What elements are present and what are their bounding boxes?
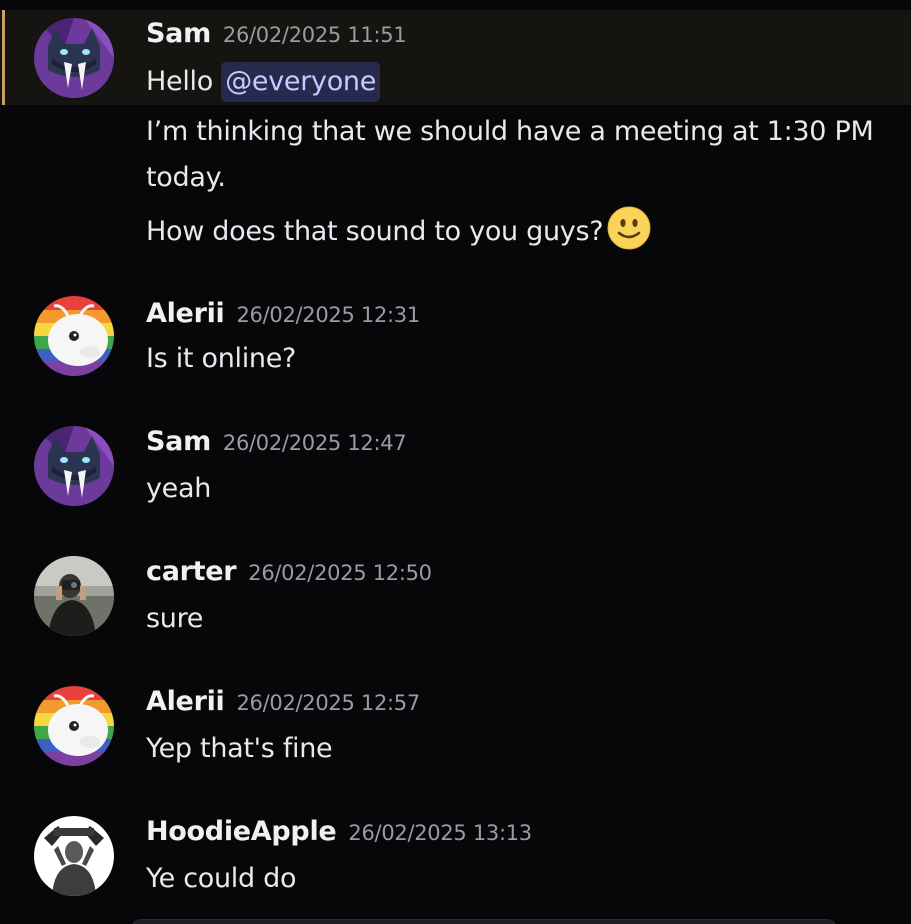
author-name[interactable]: Sam xyxy=(146,18,211,49)
message-header: Alerii 26/02/2025 12:57 xyxy=(146,686,420,717)
message-header: carter 26/02/2025 12:50 xyxy=(146,556,432,587)
purple-bat-creature-avatar-icon xyxy=(34,18,114,98)
message-content: Hello @everyone xyxy=(146,59,381,104)
rainbow-white-creature-avatar-icon xyxy=(34,686,114,766)
message-content: Is it online? xyxy=(146,336,296,381)
photo-figure-black-white-avatar-icon xyxy=(34,816,114,896)
rainbow-white-creature-avatar-icon xyxy=(34,296,114,376)
message-text: I’m thinking that we should have a meeti… xyxy=(146,116,874,147)
message-text: Yep that's fine xyxy=(146,733,333,764)
author-name[interactable]: HoodieApple xyxy=(146,816,337,847)
slightly-smiling-face-icon[interactable] xyxy=(607,206,651,250)
message-content: Ye could do xyxy=(146,856,296,901)
message-group[interactable]: HoodieApple 26/02/2025 13:13 Ye could do xyxy=(0,810,911,905)
message-group[interactable]: Alerii 26/02/2025 12:57 Yep that's fine xyxy=(0,680,911,775)
message-group[interactable]: Alerii 26/02/2025 12:31 Is it online? xyxy=(0,290,911,385)
message-composer[interactable] xyxy=(130,919,838,924)
avatar[interactable] xyxy=(34,296,114,376)
message-content: today. xyxy=(146,155,226,200)
message-timestamp[interactable]: 26/02/2025 12:31 xyxy=(237,303,421,327)
message-content: yeah xyxy=(146,466,211,511)
message-text: yeah xyxy=(146,473,212,504)
message-text: Ye could do xyxy=(146,863,297,894)
message-content: How does that sound to you guys? xyxy=(146,206,651,254)
message-text: How does that sound to you guys? xyxy=(146,216,604,247)
purple-bat-creature-avatar-icon xyxy=(34,426,114,506)
message-text: Hello xyxy=(146,66,222,97)
message-text: today. xyxy=(146,162,226,193)
chat-message-list: Sam 26/02/2025 11:51 Hello @everyone I’m … xyxy=(0,0,911,924)
avatar[interactable] xyxy=(34,18,114,98)
message-text: sure xyxy=(146,603,204,634)
message-header: Alerii 26/02/2025 12:31 xyxy=(146,298,420,329)
avatar[interactable] xyxy=(34,686,114,766)
photo-person-camera-avatar-icon xyxy=(34,556,114,636)
message-timestamp[interactable]: 26/02/2025 12:57 xyxy=(237,691,421,715)
message-text: Is it online? xyxy=(146,343,297,374)
author-name[interactable]: Sam xyxy=(146,426,211,457)
message-content: Yep that's fine xyxy=(146,726,333,771)
avatar[interactable] xyxy=(34,426,114,506)
message-group[interactable]: Sam 26/02/2025 11:51 Hello @everyone xyxy=(0,10,911,105)
message-timestamp[interactable]: 26/02/2025 12:50 xyxy=(248,561,432,585)
mention-everyone[interactable]: @everyone xyxy=(221,62,381,102)
message-header: HoodieApple 26/02/2025 13:13 xyxy=(146,816,532,847)
author-name[interactable]: carter xyxy=(146,556,237,587)
message-timestamp[interactable]: 26/02/2025 12:47 xyxy=(223,431,407,455)
message-content: sure xyxy=(146,596,203,641)
author-name[interactable]: Alerii xyxy=(146,298,225,329)
message-header: Sam 26/02/2025 12:47 xyxy=(146,426,407,457)
author-name[interactable]: Alerii xyxy=(146,686,225,717)
message-timestamp[interactable]: 26/02/2025 13:13 xyxy=(348,821,532,845)
message-group[interactable]: Sam 26/02/2025 12:47 yeah xyxy=(0,420,911,515)
avatar[interactable] xyxy=(34,816,114,896)
avatar[interactable] xyxy=(34,556,114,636)
message-group[interactable]: carter 26/02/2025 12:50 sure xyxy=(0,550,911,645)
message-content: I’m thinking that we should have a meeti… xyxy=(146,109,874,154)
message-timestamp[interactable]: 26/02/2025 11:51 xyxy=(223,23,407,47)
message-header: Sam 26/02/2025 11:51 xyxy=(146,18,407,49)
